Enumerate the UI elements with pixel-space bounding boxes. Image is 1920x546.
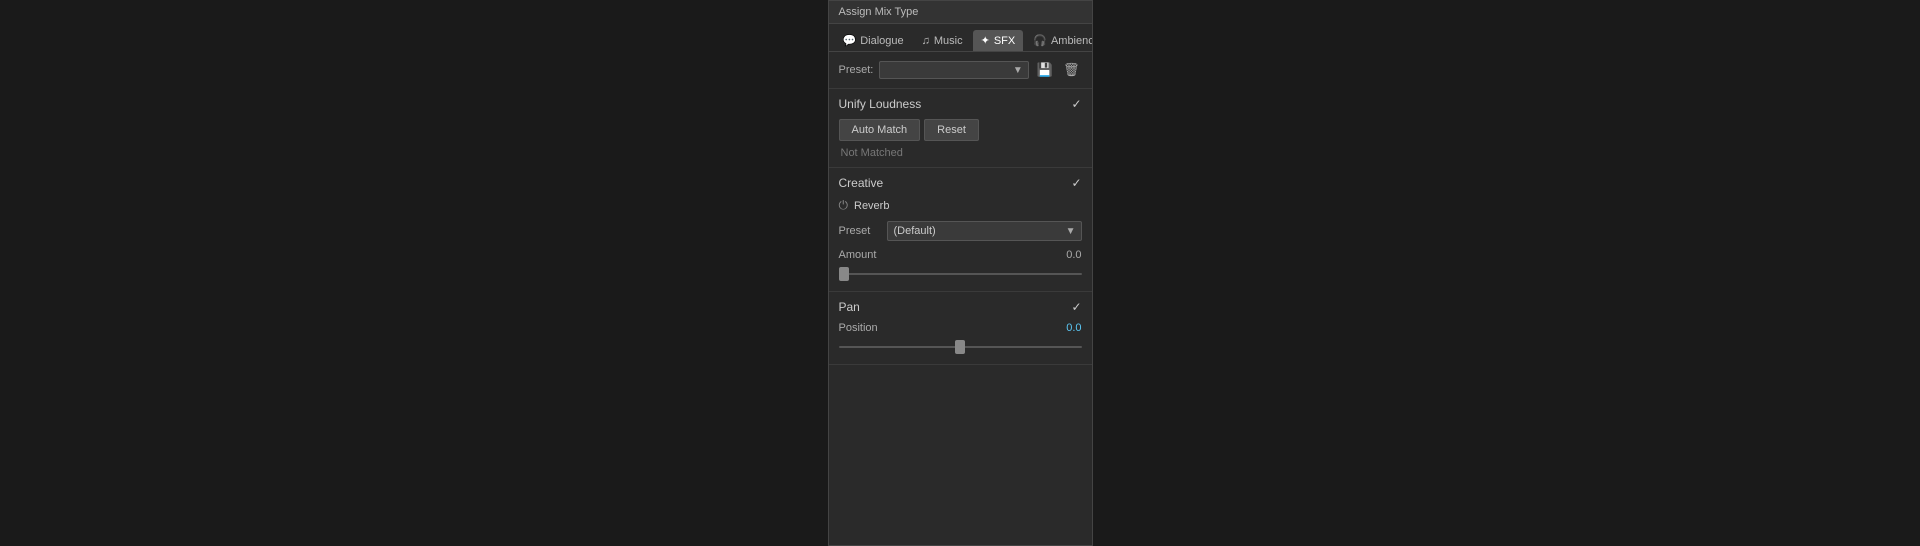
creative-header: Creative ✓: [839, 176, 1082, 190]
preset-row: Preset: ▼ 💾 🗑: [829, 52, 1092, 89]
tab-music[interactable]: ♫ Music: [914, 30, 971, 51]
reverb-preset-label: Preset: [839, 225, 879, 237]
reverb-label: Reverb: [854, 200, 889, 212]
position-label: Position: [839, 322, 878, 334]
dialogue-icon: 💬: [843, 34, 857, 47]
amount-label: Amount: [839, 249, 877, 261]
pan-check-icon[interactable]: ✓: [1071, 300, 1081, 314]
reverb-row: ⏻ Reverb: [839, 198, 1082, 213]
unify-loudness-header: Unify Loudness ✓: [839, 97, 1082, 111]
tab-sfx[interactable]: ✦ SFX: [973, 30, 1024, 51]
pan-title: Pan: [839, 300, 860, 314]
unify-loudness-buttons: Auto Match Reset: [839, 119, 1082, 141]
preset-delete-button[interactable]: 🗑: [1061, 60, 1082, 80]
pan-header: Pan ✓: [839, 300, 1082, 314]
reverb-preset-row: Preset (Default) ▼: [839, 221, 1082, 241]
music-icon: ♫: [922, 35, 930, 47]
position-value: 0.0: [1066, 322, 1081, 334]
preset-label: Preset:: [839, 64, 874, 76]
power-icon[interactable]: ⏻: [839, 198, 849, 213]
reverb-preset-select[interactable]: (Default): [887, 221, 1082, 241]
tabs-bar: 💬 Dialogue ♫ Music ✦ SFX 🎧 Ambience: [829, 24, 1092, 52]
pan-slider[interactable]: [839, 338, 1082, 356]
unify-loudness-check-icon[interactable]: ✓: [1071, 97, 1081, 111]
tab-ambience-label: Ambience: [1051, 35, 1093, 47]
match-status: Not Matched: [839, 147, 1082, 159]
preset-select[interactable]: [879, 61, 1028, 79]
reverb-preset-select-wrapper: (Default) ▼: [887, 221, 1082, 241]
tab-sfx-label: SFX: [994, 35, 1015, 47]
amount-row: Amount 0.0: [839, 249, 1082, 261]
tab-dialogue[interactable]: 💬 Dialogue: [835, 30, 912, 51]
reset-button[interactable]: Reset: [924, 119, 979, 141]
unify-loudness-section: Unify Loudness ✓ Auto Match Reset Not Ma…: [829, 89, 1092, 168]
panel-title: Assign Mix Type: [829, 1, 1092, 24]
position-row: Position 0.0: [839, 322, 1082, 334]
pan-slider-track: [839, 346, 1082, 348]
pan-section: Pan ✓ Position 0.0: [829, 292, 1092, 365]
amount-slider[interactable]: [839, 265, 1082, 283]
creative-section: Creative ✓ ⏻ Reverb Preset (Default) ▼ A…: [829, 168, 1092, 292]
creative-check-icon[interactable]: ✓: [1071, 176, 1081, 190]
auto-match-button[interactable]: Auto Match: [839, 119, 921, 141]
tab-music-label: Music: [934, 35, 963, 47]
amount-slider-thumb[interactable]: [839, 267, 849, 281]
amount-value: 0.0: [1066, 249, 1081, 261]
preset-select-wrapper: ▼: [879, 61, 1028, 79]
tab-ambience[interactable]: 🎧 Ambience: [1025, 30, 1092, 51]
unify-loudness-title: Unify Loudness: [839, 97, 922, 111]
pan-slider-thumb[interactable]: [955, 340, 965, 354]
mix-type-panel: Assign Mix Type 💬 Dialogue ♫ Music ✦ SFX…: [828, 0, 1093, 546]
tab-dialogue-label: Dialogue: [860, 35, 903, 47]
amount-slider-track: [839, 273, 1082, 275]
ambience-icon: 🎧: [1033, 34, 1047, 47]
sfx-icon: ✦: [981, 34, 990, 47]
preset-save-button[interactable]: 💾: [1035, 60, 1055, 80]
creative-title: Creative: [839, 176, 884, 190]
